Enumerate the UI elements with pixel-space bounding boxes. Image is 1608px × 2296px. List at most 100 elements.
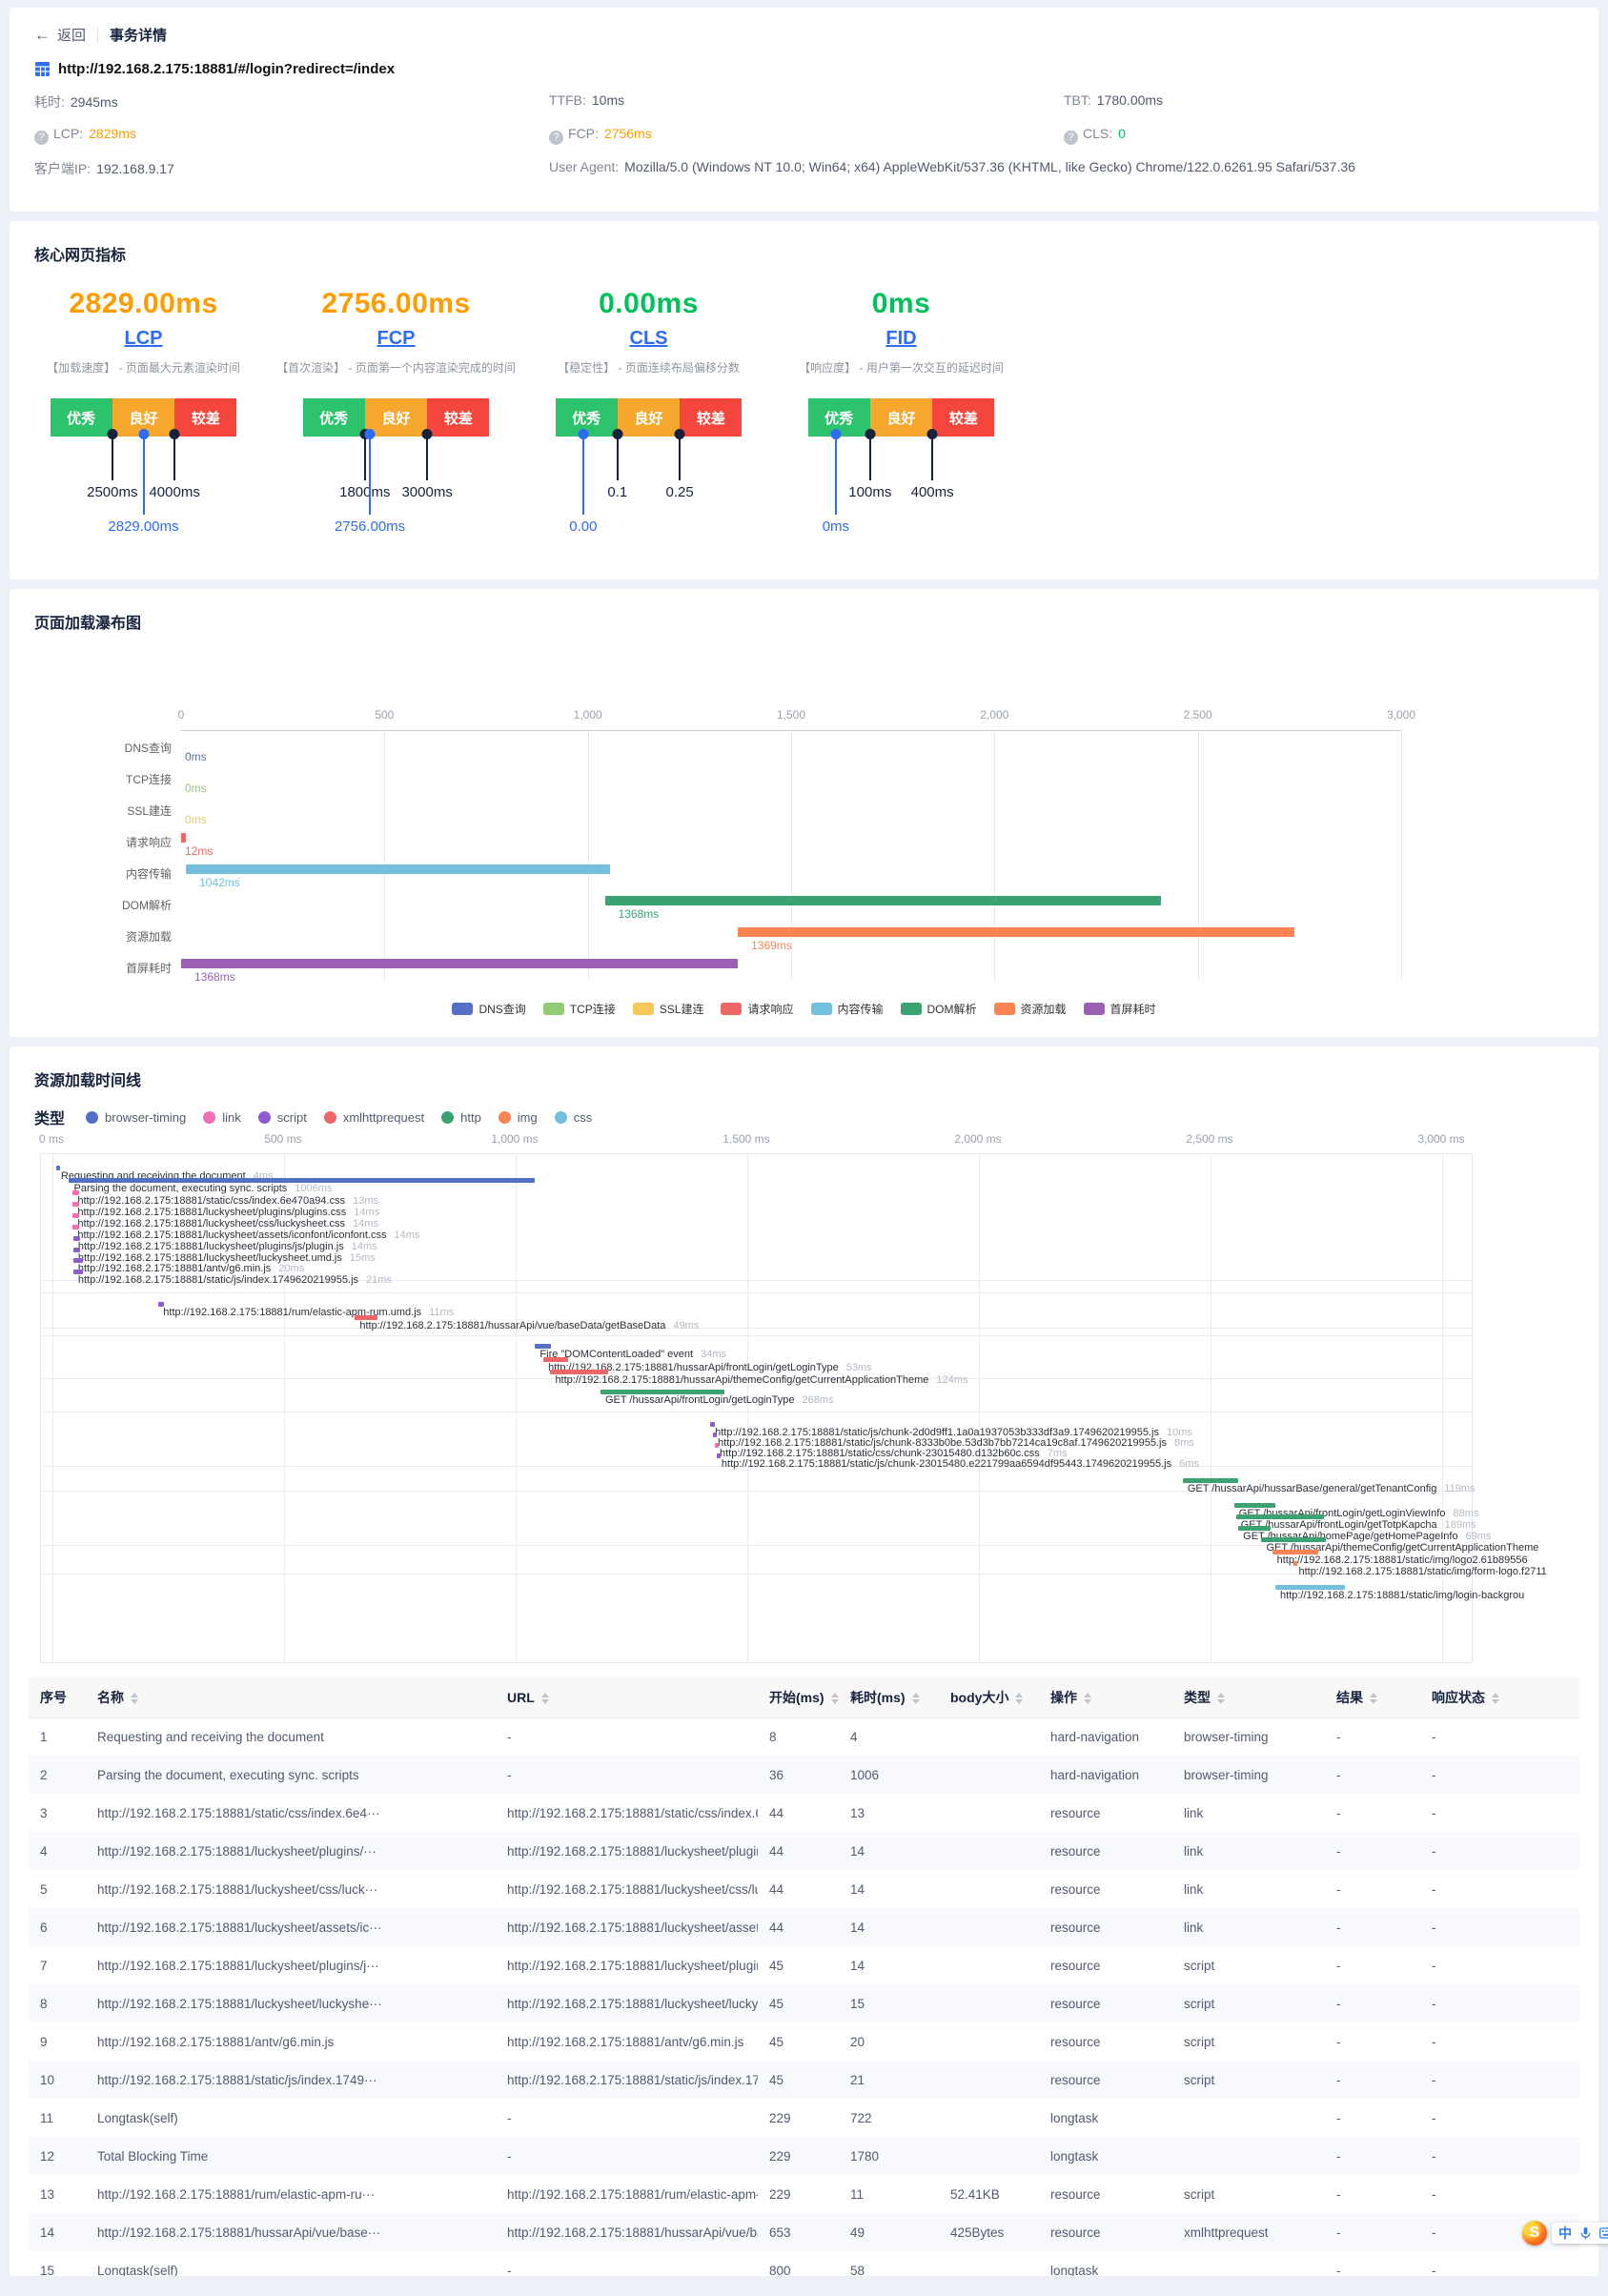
table-cell [939, 1717, 1039, 1756]
table-cell: - [1420, 2175, 1579, 2213]
table-cell: - [1420, 2251, 1579, 2276]
sort-icon[interactable] [1492, 1693, 1499, 1704]
sort-icon[interactable] [1370, 1693, 1377, 1704]
table-cell: 229 [758, 2099, 839, 2137]
vital-link-FCP[interactable]: FCP [377, 328, 416, 350]
entry-duration: 15ms [350, 1252, 376, 1264]
sort-icon[interactable] [1084, 1693, 1091, 1704]
table-row: 4http://192.168.2.175:18881/luckysheet/p… [29, 1832, 1579, 1870]
gauge-segment: 优秀 [51, 398, 112, 437]
table-header-响应状态[interactable]: 响应状态 [1420, 1677, 1579, 1717]
sort-icon[interactable] [541, 1693, 549, 1704]
legend-item-请求响应[interactable]: 请求响应 [721, 1001, 793, 1017]
legend-item-SSL建连[interactable]: SSL建连 [633, 1001, 704, 1017]
type-legend-img[interactable]: img [499, 1110, 538, 1125]
table-cell: script [1172, 1984, 1325, 2022]
vital-gauge: 优秀良好较差 [303, 398, 490, 437]
table-header-body大小[interactable]: body大小 [939, 1677, 1039, 1717]
table-cell: 229 [758, 2175, 839, 2213]
table-cell: 10 [29, 2061, 86, 2099]
vital-link-CLS[interactable]: CLS [630, 328, 668, 350]
waterfall-bar-首屏耗时[interactable] [181, 959, 738, 968]
waterfall-bar-DOM解析[interactable] [605, 896, 1162, 905]
legend-item-内容传输[interactable]: 内容传输 [811, 1001, 884, 1017]
table-header-类型[interactable]: 类型 [1172, 1677, 1325, 1717]
sort-icon[interactable] [1015, 1693, 1023, 1704]
vital-link-LCP[interactable]: LCP [125, 328, 163, 350]
legend-item-资源加载[interactable]: 资源加载 [994, 1001, 1067, 1017]
type-legend-http[interactable]: http [441, 1110, 481, 1125]
table-header-开始(ms)[interactable]: 开始(ms) [758, 1677, 839, 1717]
table-header-名称[interactable]: 名称 [86, 1677, 496, 1717]
waterfall-category-label: SSL建连 [4, 803, 172, 819]
vitals-grid: 2829.00ms LCP 【加载速度】 - 页面最大元素渲染时间 优秀良好较差… [17, 288, 1028, 551]
waterfall-category-label: 首屏耗时 [4, 960, 172, 976]
mic-icon[interactable] [1579, 2226, 1592, 2240]
timeline-type-legend: 类型 browser-timing link script xmlhttpreq… [34, 1106, 592, 1128]
sogou-ime-logo[interactable]: S [1522, 2221, 1547, 2245]
type-legend-script[interactable]: script [258, 1110, 307, 1125]
entry-duration: 268ms [802, 1394, 833, 1406]
sort-icon[interactable] [912, 1693, 920, 1704]
table-cell: longtask [1039, 2251, 1172, 2276]
table-cell: - [1325, 1946, 1420, 1984]
waterfall-value-label: 1368ms [619, 907, 660, 921]
keyboard-icon[interactable] [1599, 2227, 1608, 2239]
ime-chinese-mode-button[interactable]: 中 [1558, 2226, 1572, 2240]
table-cell: 15 [839, 1984, 939, 2022]
sort-icon[interactable] [131, 1693, 138, 1704]
help-icon[interactable]: ? [549, 131, 563, 145]
table-cell: 44 [758, 1908, 839, 1946]
sort-icon[interactable] [831, 1693, 839, 1704]
waterfall-bar-资源加载[interactable] [738, 927, 1294, 937]
table-cell: 58 [839, 2251, 939, 2276]
table-cell: 12 [29, 2137, 86, 2175]
table-cell [939, 1870, 1039, 1908]
sort-icon[interactable] [1217, 1693, 1225, 1704]
vitals-title: 核心网页指标 [34, 242, 126, 265]
table-cell: http://192.168.2.175:18881/luckysheet/lu… [496, 1984, 758, 2022]
table-cell [939, 1756, 1039, 1794]
table-cell: http://192.168.2.175:18881/luckysheet/as… [86, 1908, 496, 1946]
table-header-URL[interactable]: URL [496, 1677, 758, 1717]
table-row: 5http://192.168.2.175:18881/luckysheet/c… [29, 1870, 1579, 1908]
help-icon[interactable]: ? [34, 131, 49, 145]
table-header-操作[interactable]: 操作 [1039, 1677, 1172, 1717]
type-legend-link[interactable]: link [203, 1110, 241, 1125]
vital-link-FID[interactable]: FID [885, 328, 916, 350]
legend-item-首屏耗时[interactable]: 首屏耗时 [1084, 1001, 1156, 1017]
waterfall-bar-内容传输[interactable] [186, 864, 610, 874]
timeline-axis-tick: 3,000 ms [1403, 1132, 1479, 1146]
metric-lcp: ?LCP:2829ms [34, 126, 549, 145]
table-cell: - [1325, 1794, 1420, 1832]
table-cell: Total Blocking Time [86, 2137, 496, 2175]
vital-description: 【稳定性】 - 页面连续布局偏移分数 [522, 359, 775, 376]
back-button[interactable]: ← 返回 [34, 25, 86, 45]
table-cell: - [1325, 1832, 1420, 1870]
type-legend-css[interactable]: css [555, 1110, 593, 1125]
table-header-结果[interactable]: 结果 [1325, 1677, 1420, 1717]
legend-item-TCP连接[interactable]: TCP连接 [543, 1001, 616, 1017]
waterfall-legend: DNS查询 TCP连接 SSL建连 请求响应 内容传输 DOM解析 资源加载 首… [10, 1001, 1598, 1017]
transaction-detail-page: ← 返回 事务详情 http://192.168.2.175:18881/#/l… [0, 0, 1608, 2296]
legend-item-DOM解析[interactable]: DOM解析 [901, 1001, 977, 1017]
timeline-axis-tick: 500 ms [245, 1132, 321, 1146]
table-cell: http://192.168.2.175:18881/luckysheet/cs… [496, 1870, 758, 1908]
type-legend-browser-timing[interactable]: browser-timing [86, 1110, 186, 1125]
metric-duration: 耗时:2945ms [34, 92, 549, 112]
table-cell: 3 [29, 1794, 86, 1832]
waterfall-category-label: TCP连接 [4, 771, 172, 787]
table-cell: 229 [758, 2137, 839, 2175]
help-icon[interactable]: ? [1064, 131, 1078, 145]
type-legend-xmlhttprequest[interactable]: xmlhttprequest [324, 1110, 424, 1125]
legend-item-DNS查询[interactable]: DNS查询 [452, 1001, 525, 1017]
table-cell: 49 [839, 2213, 939, 2251]
table-cell: - [1325, 2251, 1420, 2276]
table-cell: - [1420, 2099, 1579, 2137]
table-header-耗时(ms)[interactable]: 耗时(ms) [839, 1677, 939, 1717]
waterfall-bar-请求响应[interactable] [181, 833, 186, 843]
timeline-axis-tick: 1,500 ms [708, 1132, 784, 1146]
table-row: 13http://192.168.2.175:18881/rum/elastic… [29, 2175, 1579, 2213]
entry-duration: 20ms [278, 1263, 304, 1274]
table-row: 8http://192.168.2.175:18881/luckysheet/l… [29, 1984, 1579, 2022]
